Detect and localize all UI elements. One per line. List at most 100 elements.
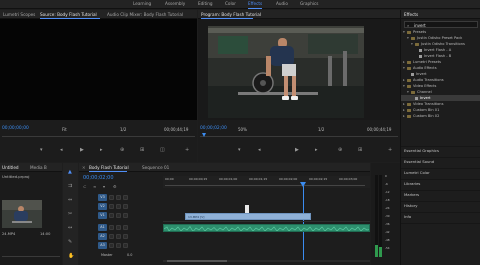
track-voice-toggle[interactable] bbox=[123, 234, 128, 239]
program-resolution[interactable]: 1/2 bbox=[318, 128, 324, 132]
timeline-zoom-scrollbar[interactable] bbox=[163, 260, 370, 262]
track-select-icon[interactable]: ⇉ bbox=[68, 183, 72, 189]
track-sync-toggle[interactable] bbox=[116, 204, 121, 209]
slip-tool-icon[interactable]: ↔ bbox=[68, 225, 72, 231]
track-voice-toggle[interactable] bbox=[123, 243, 128, 248]
track-mute-toggle[interactable] bbox=[109, 234, 114, 239]
add-button-icon[interactable]: + bbox=[185, 147, 189, 153]
wrench-icon[interactable]: ⚙ bbox=[113, 184, 117, 189]
add-button-icon[interactable]: + bbox=[388, 147, 392, 153]
track-a1-label[interactable]: A1 bbox=[98, 224, 107, 231]
track-sync-toggle[interactable] bbox=[116, 213, 121, 218]
workspace-tab-color[interactable]: Color bbox=[225, 1, 236, 6]
panel-libraries[interactable]: Libraries bbox=[401, 182, 480, 186]
master-track-value[interactable]: 0.0 bbox=[127, 253, 132, 257]
source-scrubber[interactable] bbox=[2, 136, 195, 137]
tab-media-browser[interactable]: Media B bbox=[30, 165, 47, 170]
track-a3-label[interactable]: A3 bbox=[98, 242, 107, 249]
tab-project[interactable]: Untitled bbox=[2, 165, 19, 170]
track-solo-toggle[interactable] bbox=[116, 234, 121, 239]
program-video-frame[interactable] bbox=[208, 26, 364, 118]
step-forward-icon[interactable]: ▸ bbox=[100, 147, 103, 153]
panel-markers[interactable]: Markers bbox=[401, 193, 480, 197]
timeline-timecode[interactable]: 00;00;02;00 bbox=[83, 176, 114, 181]
hand-tool-icon[interactable]: ✋ bbox=[68, 253, 74, 259]
workspace-tab-learning[interactable]: Learning bbox=[133, 1, 151, 6]
step-forward-icon[interactable]: ▸ bbox=[315, 147, 318, 153]
program-scrubber[interactable] bbox=[200, 136, 398, 137]
source-fit-dropdown[interactable]: Fit bbox=[62, 128, 67, 132]
workspace-tab-graphics[interactable]: Graphics bbox=[300, 1, 319, 6]
effects-panel-title[interactable]: Effects bbox=[404, 12, 418, 17]
panel-essential-sound[interactable]: Essential Sound bbox=[401, 160, 480, 164]
ripple-edit-icon[interactable]: ⇔ bbox=[68, 197, 72, 203]
workspace-tab-audio[interactable]: Audio bbox=[276, 1, 288, 6]
tab-audio-clip-mixer[interactable]: Audio Clip Mixer: Body Flash Tutorial bbox=[107, 12, 183, 17]
section-divider bbox=[401, 201, 480, 202]
clip-thumbnail[interactable] bbox=[2, 200, 42, 228]
marker-icon[interactable]: ▾ bbox=[40, 147, 43, 153]
step-back-icon[interactable]: ◂ bbox=[60, 147, 63, 153]
panel-lumetri-color[interactable]: Lumetri Color bbox=[401, 171, 480, 175]
selection-tool-icon[interactable]: ▲ bbox=[68, 169, 72, 175]
close-icon[interactable]: ✕ bbox=[82, 165, 86, 170]
track-eye-toggle[interactable] bbox=[123, 195, 128, 200]
program-zoom-dropdown[interactable]: 50% bbox=[238, 128, 247, 132]
track-solo-toggle[interactable] bbox=[116, 225, 121, 230]
extract-icon[interactable]: ⊞ bbox=[358, 147, 362, 153]
track-mute-toggle[interactable] bbox=[109, 243, 114, 248]
add-marker-icon[interactable]: ▾ bbox=[103, 184, 105, 189]
video-clip[interactable]: 13.MP4 [V] bbox=[185, 213, 311, 220]
thumbnail-zoom-slider[interactable] bbox=[2, 256, 60, 257]
lift-icon[interactable]: ⊕ bbox=[338, 147, 342, 153]
razor-tool-icon[interactable]: ✂ bbox=[68, 211, 72, 217]
track-solo-toggle[interactable] bbox=[116, 243, 121, 248]
export-frame-icon[interactable]: ◫ bbox=[160, 147, 165, 153]
track-voice-toggle[interactable] bbox=[123, 225, 128, 230]
overwrite-icon[interactable]: ⊞ bbox=[140, 147, 144, 153]
clip-name: 24.MP4 bbox=[2, 232, 16, 236]
panel-essential-graphics[interactable]: Essential Graphics bbox=[401, 149, 480, 153]
tab-source[interactable]: Source: Body Flash Tutorial bbox=[40, 12, 97, 17]
panel-history[interactable]: History bbox=[401, 204, 480, 208]
track-mute-toggle[interactable] bbox=[109, 225, 114, 230]
track-v2-label[interactable]: V2 bbox=[98, 203, 107, 210]
program-timecode[interactable]: 00;00;02;00 bbox=[200, 126, 227, 131]
marker-icon[interactable]: ▾ bbox=[238, 147, 241, 153]
effects-search-value[interactable]: invert bbox=[414, 23, 426, 28]
play-icon[interactable]: ▶ bbox=[80, 147, 84, 153]
tab-sequence-01[interactable]: Sequence 01 bbox=[142, 165, 169, 170]
audio-clip[interactable] bbox=[163, 224, 370, 232]
panel-info[interactable]: Info bbox=[401, 215, 480, 219]
section-divider bbox=[401, 168, 480, 169]
track-lock-toggle[interactable] bbox=[109, 213, 114, 218]
track-eye-toggle[interactable] bbox=[123, 213, 128, 218]
track-sync-toggle[interactable] bbox=[116, 195, 121, 200]
adjustment-clip[interactable] bbox=[245, 205, 249, 213]
insert-icon[interactable]: ⊕ bbox=[120, 147, 124, 153]
track-eye-toggle[interactable] bbox=[123, 204, 128, 209]
track-v1-label[interactable]: V1 bbox=[98, 212, 107, 219]
time-ruler[interactable]: 00;00 00;00;00;15 00;00;01;00 00;00;01;1… bbox=[163, 176, 370, 188]
track-a2-label[interactable]: A2 bbox=[98, 233, 107, 240]
effects-tree-item[interactable]: ▸ Custom Bin 02 bbox=[401, 113, 480, 119]
linked-selection-icon[interactable]: ∞ bbox=[93, 184, 96, 189]
step-back-icon[interactable]: ◂ bbox=[258, 147, 261, 153]
snap-icon[interactable]: ⊂ bbox=[83, 184, 86, 189]
tab-lumetri-scopes[interactable]: Lumetri Scopes bbox=[3, 12, 35, 17]
source-resolution[interactable]: 1/2 bbox=[120, 128, 126, 132]
tab-sequence-body-flash[interactable]: Body Flash Tutorial bbox=[89, 165, 129, 170]
play-icon[interactable]: ▶ bbox=[295, 147, 299, 153]
track-v3-label[interactable]: V3 bbox=[98, 194, 107, 201]
playhead-icon[interactable] bbox=[202, 133, 206, 137]
source-monitor-viewer[interactable] bbox=[0, 19, 197, 120]
pen-tool-icon[interactable]: ✎ bbox=[68, 239, 72, 245]
source-timecode[interactable]: 00;00;00;00 bbox=[2, 126, 29, 131]
track-lock-toggle[interactable] bbox=[109, 204, 114, 209]
workspace-tab-effects[interactable]: Effects bbox=[248, 1, 262, 6]
effects-search-field[interactable]: ⌕ invert bbox=[404, 21, 478, 28]
workspace-tab-editing[interactable]: Editing bbox=[198, 1, 213, 6]
track-lock-toggle[interactable] bbox=[109, 195, 114, 200]
workspace-tab-assembly[interactable]: Assembly bbox=[165, 1, 185, 6]
tab-program[interactable]: Program: Body Flash Tutorial bbox=[201, 12, 261, 17]
